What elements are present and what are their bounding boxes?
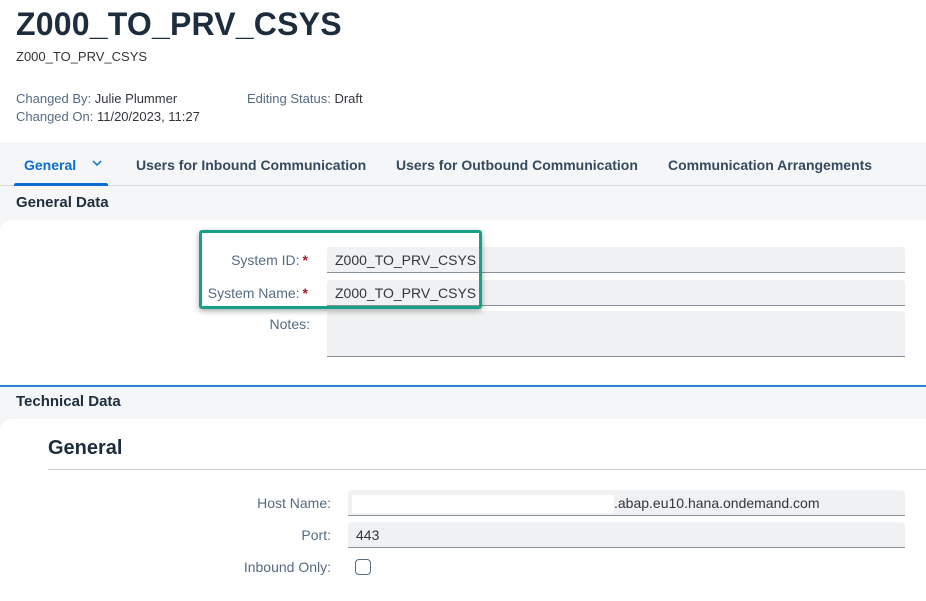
page-title: Z000_TO_PRV_CSYS bbox=[16, 6, 342, 42]
section-divider bbox=[0, 385, 926, 387]
inbound-only-checkbox[interactable] bbox=[355, 559, 371, 575]
section-title-general-data: General Data bbox=[16, 194, 109, 211]
notes-textarea[interactable] bbox=[327, 311, 905, 357]
system-id-label: System ID: * bbox=[200, 252, 308, 268]
redacted-hostname-block bbox=[352, 495, 614, 514]
tab-general-label: General bbox=[24, 157, 77, 173]
changed-by-label: Changed By: bbox=[16, 91, 92, 106]
editing-status-value: Draft bbox=[334, 91, 363, 106]
required-indicator: * bbox=[302, 285, 308, 301]
group-title-general: General bbox=[48, 437, 123, 459]
object-page-header: Z000_TO_PRV_CSYS Z000_TO_PRV_CSYS Change… bbox=[0, 0, 926, 142]
tab-communication-arrangements[interactable]: Communication Arrangements bbox=[668, 142, 872, 186]
changed-on-label: Changed On: bbox=[16, 109, 94, 124]
host-name-input[interactable]: .abap.eu10.hana.ondemand.com bbox=[348, 490, 905, 516]
host-name-value: .abap.eu10.hana.ondemand.com bbox=[614, 495, 820, 511]
tab-users-outbound[interactable]: Users for Outbound Communication bbox=[396, 142, 638, 186]
chevron-down-icon[interactable] bbox=[92, 139, 102, 185]
system-name-label: System Name: * bbox=[200, 285, 308, 301]
required-indicator: * bbox=[302, 252, 308, 268]
anchor-bar: General Users for Inbound Communication … bbox=[0, 142, 926, 186]
change-info: Changed By: Julie Plummer Changed On: 11… bbox=[16, 90, 200, 126]
editing-status-label: Editing Status: bbox=[247, 91, 331, 106]
port-input[interactable]: 443 bbox=[348, 522, 905, 548]
inbound-only-label: Inbound Only: bbox=[243, 559, 331, 575]
notes-label: Notes: bbox=[269, 316, 310, 332]
system-id-label-text: System ID: bbox=[231, 252, 300, 268]
system-name-label-text: System Name: bbox=[207, 285, 300, 301]
editing-status: Editing Status: Draft bbox=[247, 90, 363, 108]
system-name-input[interactable]: Z000_TO_PRV_CSYS bbox=[327, 280, 905, 306]
tab-users-inbound[interactable]: Users for Inbound Communication bbox=[136, 142, 366, 186]
system-id-input[interactable]: Z000_TO_PRV_CSYS bbox=[327, 247, 905, 273]
port-label: Port: bbox=[301, 527, 331, 543]
tab-general[interactable]: General bbox=[14, 139, 109, 186]
host-name-label: Host Name: bbox=[257, 495, 331, 511]
changed-on-value: 11/20/2023, 11:27 bbox=[96, 109, 200, 124]
section-title-technical-data: Technical Data bbox=[16, 393, 121, 410]
page-subtitle: Z000_TO_PRV_CSYS bbox=[16, 49, 148, 64]
tab-selected-indicator bbox=[14, 183, 109, 186]
group-title-divider bbox=[48, 469, 926, 470]
changed-by-value: Julie Plummer bbox=[94, 91, 178, 106]
